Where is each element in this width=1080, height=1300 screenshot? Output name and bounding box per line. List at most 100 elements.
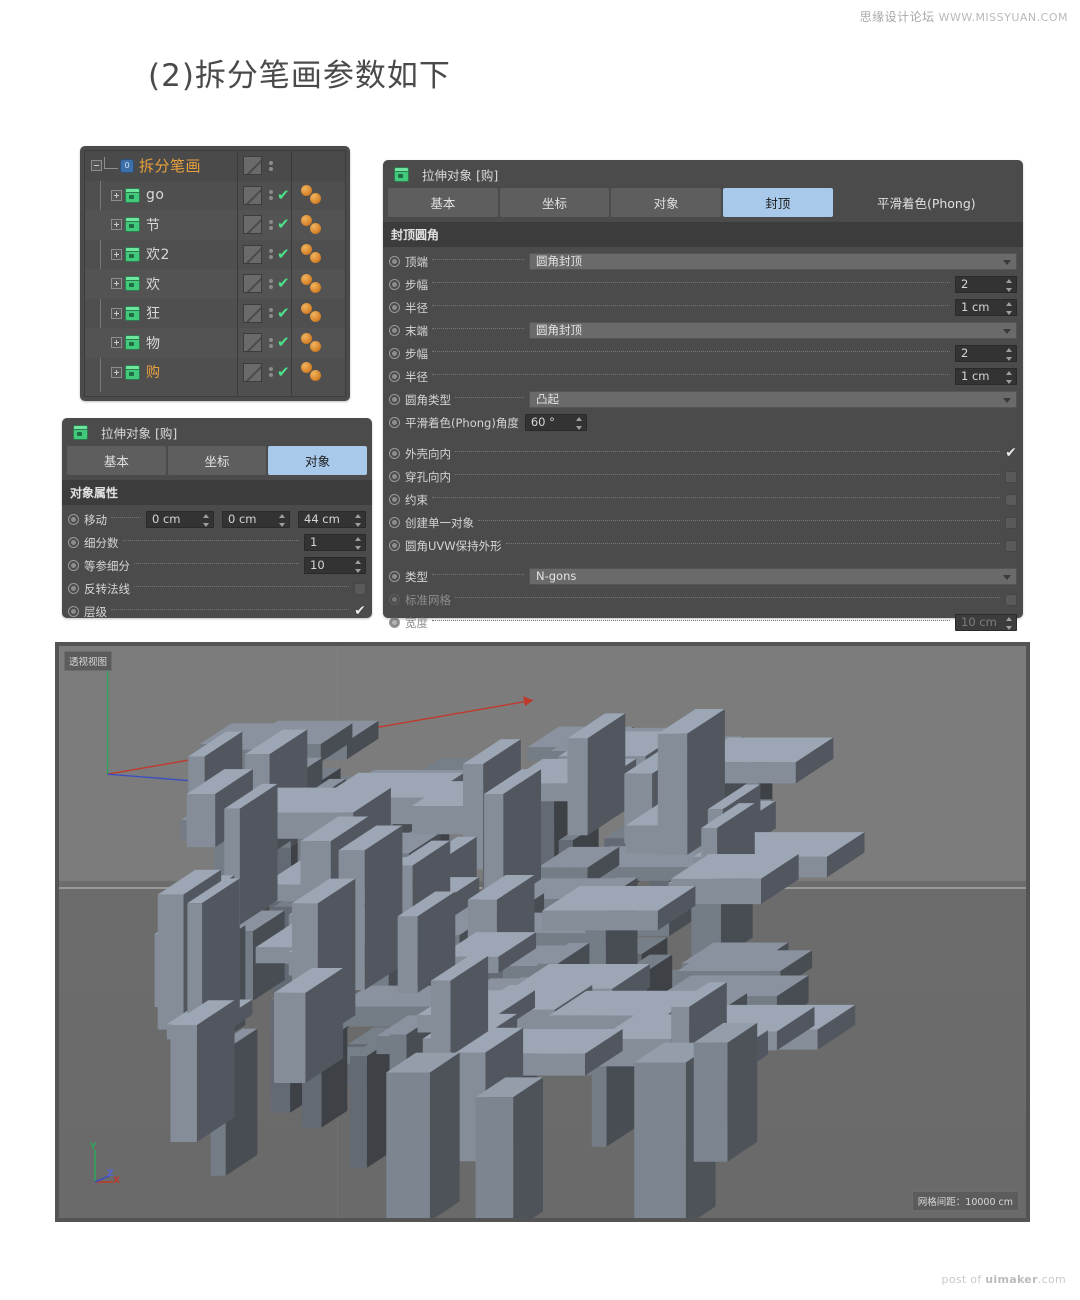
object-tree-item[interactable]: 欢2 [85,240,237,270]
expand-icon[interactable] [111,278,122,289]
property-radio[interactable] [389,417,400,428]
tag-cell[interactable] [292,269,345,299]
property-radio[interactable] [389,256,400,267]
property-radio[interactable] [68,606,79,617]
material-swatch-icon[interactable] [243,245,262,264]
property-number-field[interactable]: 10 [304,557,366,574]
material-cell[interactable]: ✔ [238,358,291,388]
object-material-column[interactable]: ✔ ✔ ✔ ✔ ✔ ✔ ✔ [237,151,291,396]
material-tag-icon[interactable] [300,361,334,383]
object-tree-item[interactable]: 购 [85,358,237,388]
expand-icon[interactable] [111,337,122,348]
enable-check-icon[interactable]: ✔ [277,247,290,262]
property-radio[interactable] [389,517,400,528]
tab-基本[interactable]: 基本 [67,446,166,475]
spinner-icon[interactable] [1006,279,1013,292]
property-dropdown[interactable]: 凸起 [529,391,1017,408]
material-swatch-icon[interactable] [243,363,262,382]
tab-基本[interactable]: 基本 [388,188,498,217]
property-radio[interactable] [389,571,400,582]
tag-cell[interactable] [292,328,345,358]
attr-caps-tabs[interactable]: 基本坐标对象封顶平滑着色(Phong) [383,188,1023,217]
material-swatch-icon[interactable] [243,333,262,352]
property-radio[interactable] [68,583,79,594]
material-swatch-icon[interactable] [243,215,262,234]
property-dropdown[interactable]: N-gons [529,568,1017,585]
attr-object-tabs[interactable]: 基本坐标对象 [62,446,372,475]
spinner-icon[interactable] [1006,348,1013,361]
expand-icon[interactable] [111,367,122,378]
spinner-icon[interactable] [355,537,362,550]
property-checkbox[interactable] [1005,540,1017,552]
expand-icon[interactable] [111,249,122,260]
object-tag-column[interactable] [291,151,345,396]
enable-check-icon[interactable]: ✔ [277,306,290,321]
property-number-field[interactable]: 0 cm [146,511,214,528]
property-radio[interactable] [389,325,400,336]
property-radio[interactable] [389,348,400,359]
material-tag-icon[interactable] [300,273,334,295]
tag-cell[interactable] [292,358,345,388]
tab-平滑着色(Phong)[interactable]: 平滑着色(Phong) [835,188,1018,217]
property-number-field[interactable]: 0 cm [222,511,290,528]
material-tag-icon[interactable] [300,302,334,324]
property-dropdown[interactable]: 圆角封顶 [529,253,1017,270]
material-swatch-icon[interactable] [243,304,262,323]
property-number-field[interactable]: 2 [955,276,1017,293]
collapse-icon[interactable] [91,160,102,171]
property-radio[interactable] [389,494,400,505]
property-radio[interactable] [389,471,400,482]
spinner-icon[interactable] [1006,371,1013,384]
material-tag-icon[interactable] [300,214,334,236]
object-tree-root[interactable]: 0拆分笔画 [85,151,237,181]
spinner-icon[interactable] [1006,617,1013,630]
property-radio[interactable] [389,371,400,382]
object-tree-item[interactable]: 物 [85,328,237,358]
enable-check-icon[interactable]: ✔ [277,188,290,203]
material-swatch-icon[interactable] [243,156,262,175]
object-tree-item[interactable]: go [85,181,237,211]
enable-check-icon[interactable]: ✔ [277,335,290,350]
property-checkbox[interactable] [354,606,366,618]
expand-icon[interactable] [111,190,122,201]
property-number-field[interactable]: 1 cm [955,368,1017,385]
spinner-icon[interactable] [355,560,362,573]
property-checkbox[interactable] [1005,471,1017,483]
spinner-icon[interactable] [355,514,362,527]
material-tag-icon[interactable] [300,243,334,265]
enable-check-icon[interactable]: ✔ [277,217,290,232]
tab-封顶[interactable]: 封顶 [723,188,833,217]
material-tag-icon[interactable] [300,332,334,354]
property-checkbox[interactable] [1005,494,1017,506]
perspective-viewport[interactable]: 透视视图 网格间距：10000 cm Y X Z [55,642,1030,1222]
property-number-field[interactable]: 1 [304,534,366,551]
property-checkbox[interactable] [1005,448,1017,460]
property-radio[interactable] [68,514,79,525]
material-cell[interactable]: ✔ [238,328,291,358]
property-number-field[interactable]: 10 cm [955,614,1017,631]
material-cell[interactable]: ✔ [238,240,291,270]
tab-坐标[interactable]: 坐标 [168,446,267,475]
property-radio[interactable] [68,537,79,548]
expand-icon[interactable] [111,308,122,319]
property-dropdown[interactable]: 圆角封顶 [529,322,1017,339]
material-cell[interactable] [238,151,291,181]
tab-对象[interactable]: 对象 [268,446,367,475]
expand-icon[interactable] [111,219,122,230]
tag-cell[interactable] [292,240,345,270]
material-cell[interactable]: ✔ [238,299,291,329]
material-swatch-icon[interactable] [243,186,262,205]
property-checkbox[interactable] [1005,594,1017,606]
tab-对象[interactable]: 对象 [611,188,721,217]
tag-cell[interactable] [292,181,345,211]
object-tree[interactable]: 0拆分笔画go节欢2欢狂物购 [85,151,237,396]
tab-坐标[interactable]: 坐标 [500,188,610,217]
object-tree-item[interactable]: 狂 [85,299,237,329]
enable-check-icon[interactable]: ✔ [277,276,290,291]
spinner-icon[interactable] [1006,302,1013,315]
tag-cell[interactable] [292,210,345,240]
property-radio[interactable] [389,279,400,290]
enable-check-icon[interactable]: ✔ [277,365,290,380]
property-radio[interactable] [389,448,400,459]
material-cell[interactable]: ✔ [238,181,291,211]
